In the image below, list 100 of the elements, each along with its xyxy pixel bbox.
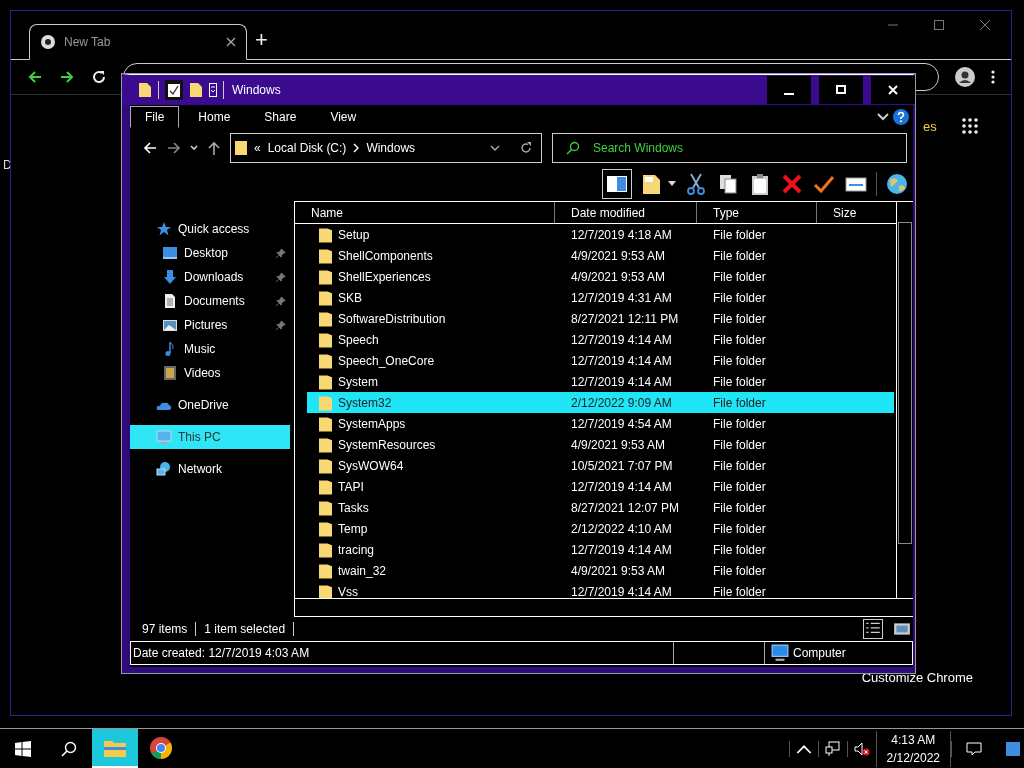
column-header[interactable]: Date modified — [555, 202, 697, 223]
nav-item[interactable]: Network — [130, 457, 290, 481]
ribbon-tab[interactable]: File — [130, 106, 180, 128]
large-icons-view-icon[interactable] — [893, 620, 911, 638]
file-row[interactable]: Temp 2/12/2022 4:10 AM File folder — [307, 518, 894, 539]
file-name: Temp — [338, 521, 368, 536]
ribbon-tab[interactable]: View — [315, 106, 372, 128]
file-row[interactable]: TAPI 12/7/2019 4:14 AM File folder — [307, 476, 894, 497]
nav-item[interactable]: Documents — [130, 289, 290, 313]
forward-arrow-icon[interactable] — [59, 69, 75, 85]
caret-icon[interactable] — [190, 145, 198, 151]
nav-label: Music — [184, 342, 216, 356]
column-header[interactable]: Type — [697, 202, 817, 223]
file-row[interactable]: twain_32 4/9/2021 9:53 AM File folder — [307, 560, 894, 581]
date-text: 4/9/2021 9:53 AM — [571, 269, 666, 284]
overflow-chevron[interactable]: « — [254, 141, 261, 155]
file-row[interactable]: SoftwareDistribution 8/27/2021 12:11 PM File folder — [307, 308, 894, 329]
menu-icon[interactable] — [991, 69, 995, 85]
delete-icon[interactable] — [780, 172, 804, 196]
customize-chrome-button[interactable]: Customize Chrome — [861, 670, 973, 685]
reload-icon[interactable] — [91, 69, 107, 85]
folder-icon — [319, 457, 332, 474]
maximize-button[interactable] — [819, 76, 863, 104]
breadcrumb[interactable]: Windows — [366, 141, 416, 155]
nav-item[interactable]: Pictures — [130, 313, 290, 337]
file-name: ShellExperiences — [338, 269, 431, 284]
globe-icon[interactable] — [885, 172, 909, 196]
apps-grid-icon[interactable] — [962, 118, 978, 134]
maximize-icon[interactable] — [933, 19, 945, 31]
caret-icon[interactable] — [490, 145, 500, 151]
dropdown-icon[interactable] — [209, 83, 217, 97]
type-text: File folder — [713, 500, 766, 515]
properties-icon[interactable] — [165, 80, 183, 100]
file-row[interactable]: tracing 12/7/2019 4:14 AM File folder — [307, 539, 894, 560]
file-row[interactable]: ShellExperiences 4/9/2021 9:53 AM File folder — [307, 266, 894, 287]
file-row[interactable]: Speech_OneCore 12/7/2019 4:14 AM File folder — [307, 350, 894, 371]
close-button[interactable] — [871, 76, 915, 104]
date-text: 4/9/2021 9:53 AM — [571, 437, 666, 452]
folder-icon — [319, 520, 332, 537]
file-name: Speech — [338, 332, 379, 347]
type-text: File folder — [713, 542, 766, 557]
column-header[interactable]: Name — [295, 202, 555, 223]
selection-count: 1 item selected — [204, 622, 286, 636]
nav-item[interactable]: Quick access — [130, 217, 290, 241]
file-row[interactable]: ShellComponents 4/9/2021 9:53 AM File folder — [307, 245, 894, 266]
ribbon-tab[interactable]: Share — [249, 106, 312, 128]
vertical-scrollbar[interactable] — [896, 202, 913, 598]
pictures-icon — [162, 317, 178, 333]
folder-icon — [319, 268, 332, 285]
refresh-icon[interactable] — [519, 141, 533, 155]
file-row[interactable]: SystemApps 12/7/2019 4:54 AM File folder — [307, 413, 894, 434]
close-icon[interactable] — [979, 19, 991, 31]
file-row[interactable]: Setup 12/7/2019 4:18 AM File folder — [307, 224, 894, 245]
help-icon[interactable] — [893, 109, 909, 125]
file-row[interactable]: SysWOW64 10/5/2021 7:07 PM File folder — [307, 455, 894, 476]
column-header[interactable]: Size — [817, 202, 896, 223]
nav-item[interactable]: Videos — [130, 361, 290, 385]
folder-icon — [319, 583, 332, 598]
date-text: 2/12/2022 — [886, 749, 940, 767]
file-name: twain_32 — [338, 563, 387, 578]
file-row[interactable]: System32 2/12/2022 9:09 AM File folder — [307, 392, 894, 413]
link-text[interactable]: es — [923, 119, 937, 134]
file-name: ShellComponents — [338, 248, 433, 263]
new-tab-button[interactable]: + — [255, 27, 268, 53]
folder-icon — [319, 373, 332, 390]
file-row[interactable]: Speech 12/7/2019 4:14 AM File folder — [307, 329, 894, 350]
caret-icon[interactable] — [668, 181, 676, 187]
new-folder-icon[interactable] — [189, 82, 203, 98]
breadcrumb[interactable]: Local Disk (C:) — [267, 141, 347, 155]
close-icon[interactable] — [226, 37, 236, 47]
file-row[interactable]: System 12/7/2019 4:14 AM File folder — [307, 371, 894, 392]
details-view-icon[interactable] — [863, 619, 883, 639]
file-row[interactable]: SystemResources 4/9/2021 9:53 AM File folder — [307, 434, 894, 455]
nav-item[interactable]: This PC — [130, 425, 290, 449]
search-field[interactable]: Search Windows — [552, 133, 907, 163]
nav-item[interactable]: Desktop — [130, 241, 290, 265]
file-row[interactable]: SKB 12/7/2019 4:31 AM File folder — [307, 287, 894, 308]
item-count: 97 items — [142, 622, 188, 636]
nav-item[interactable]: Music — [130, 337, 290, 361]
browser-tab[interactable]: New Tab — [29, 24, 247, 60]
tab-title: New Tab — [64, 35, 112, 49]
show-desktop-button[interactable] — [1006, 741, 1020, 756]
profile-icon[interactable] — [955, 67, 975, 87]
chevron-icon[interactable] — [877, 113, 889, 121]
nav-item[interactable]: OneDrive — [130, 393, 290, 417]
back-arrow-icon[interactable] — [142, 140, 158, 156]
back-arrow-icon[interactable] — [27, 69, 43, 85]
horizontal-scrollbar[interactable] — [295, 598, 913, 617]
address-bar[interactable]: « Local Disk (C:) Windows — [230, 133, 542, 163]
nav-item[interactable]: Downloads — [130, 265, 290, 289]
file-row[interactable]: Tasks 8/27/2021 12:07 PM File folder — [307, 497, 894, 518]
date-text: 12/7/2019 4:14 AM — [571, 542, 672, 557]
preview-pane-icon[interactable] — [602, 169, 632, 199]
scissors-icon[interactable] — [684, 172, 708, 196]
ribbon-tab[interactable]: Home — [183, 106, 246, 128]
up-arrow-icon[interactable] — [206, 140, 222, 156]
forward-arrow-icon[interactable] — [166, 140, 182, 156]
file-row[interactable]: Vss 12/7/2019 4:14 AM File folder — [307, 581, 894, 598]
clock[interactable]: 4:13 AM 2/12/2022 — [875, 730, 951, 767]
file-name: tracing — [338, 542, 375, 557]
